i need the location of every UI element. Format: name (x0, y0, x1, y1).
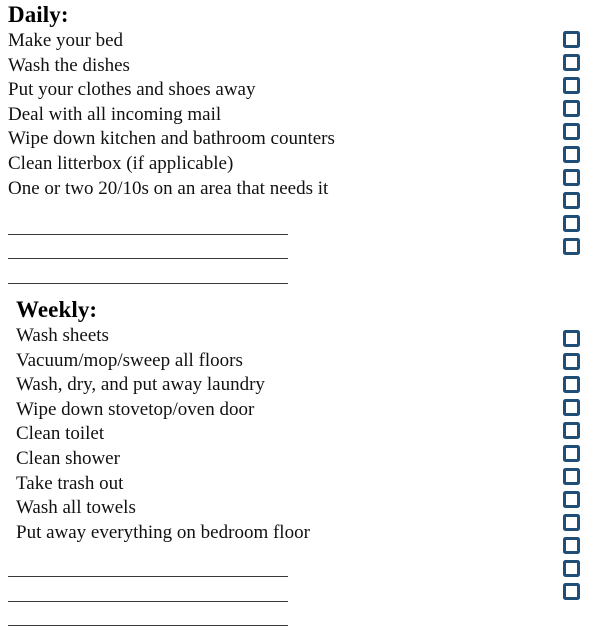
blank-line-rule (8, 575, 288, 577)
task-item: Vacuum/mop/sweep all floors (16, 349, 243, 371)
blank-line-rule (8, 600, 288, 602)
blank-line-row[interactable] (8, 607, 556, 631)
task-item: Wash, dry, and put away laundry (16, 374, 265, 396)
checkbox[interactable] (563, 445, 580, 462)
task-item: Deal with all incoming mail (8, 103, 222, 125)
checkbox[interactable] (563, 123, 580, 140)
checkbox[interactable] (563, 215, 580, 232)
checkbox[interactable] (563, 560, 580, 577)
section-heading-weekly: Weekly: (16, 297, 98, 322)
checkbox[interactable] (563, 54, 580, 71)
checkbox[interactable] (563, 77, 580, 94)
checkbox[interactable] (563, 491, 580, 508)
checkbox[interactable] (563, 537, 580, 554)
checkbox[interactable] (563, 146, 580, 163)
blank-line-row[interactable] (8, 264, 548, 289)
checkbox[interactable] (563, 514, 580, 531)
checkbox[interactable] (563, 238, 580, 255)
blank-lines-weekly (8, 557, 556, 631)
blank-line-rule (8, 625, 288, 627)
blank-lines-daily (8, 215, 548, 289)
task-item: Clean litterbox (if applicable) (8, 152, 234, 174)
task-item: Wipe down kitchen and bathroom counters (8, 128, 335, 150)
task-list-weekly: Wash sheets Vacuum/mop/sweep all floors Wa… (16, 324, 556, 545)
task-item: Wipe down stovetop/oven door (16, 398, 255, 420)
checkbox[interactable] (563, 330, 580, 347)
checkbox[interactable] (563, 353, 580, 370)
checkbox[interactable] (563, 376, 580, 393)
checkbox[interactable] (563, 583, 580, 600)
blank-line-row[interactable] (8, 557, 556, 582)
checkbox-column-daily (563, 31, 580, 255)
task-item: Clean shower (16, 447, 120, 469)
checklist-sheet: Daily: Make your bed Wash the dishes Put y… (0, 0, 606, 627)
blank-line-rule (8, 233, 288, 235)
task-item: Wash all towels (16, 497, 136, 519)
blank-line-row[interactable] (8, 240, 548, 265)
checkbox[interactable] (563, 399, 580, 416)
blank-line-row[interactable] (8, 582, 556, 607)
checkbox-column-weekly (563, 330, 580, 600)
task-item: Clean toilet (16, 423, 105, 445)
task-item: Wash sheets (16, 325, 109, 346)
blank-line-rule (8, 282, 288, 284)
task-item: Put your clothes and shoes away (8, 79, 256, 101)
checkbox[interactable] (563, 31, 580, 48)
section-daily: Daily: Make your bed Wash the dishes Put y… (0, 2, 548, 289)
checkbox[interactable] (563, 468, 580, 485)
checkbox[interactable] (563, 422, 580, 439)
task-item: Make your bed (8, 30, 124, 51)
blank-line-row[interactable] (8, 215, 548, 240)
task-item: Put away everything on bedroom floor (16, 521, 310, 543)
section-heading-daily: Daily: (8, 2, 69, 27)
blank-line-rule (8, 258, 288, 260)
task-list-daily: Make your bed Wash the dishes Put your clo… (8, 29, 548, 201)
checkbox[interactable] (563, 169, 580, 186)
task-item: Wash the dishes (8, 54, 130, 76)
checkbox[interactable] (563, 192, 580, 209)
task-item: One or two 20/10s on an area that needs … (8, 177, 329, 199)
task-item: Take trash out (16, 472, 124, 494)
checkbox[interactable] (563, 100, 580, 117)
section-weekly: Weekly: Wash sheets Vacuum/mop/sweep all … (0, 297, 556, 631)
